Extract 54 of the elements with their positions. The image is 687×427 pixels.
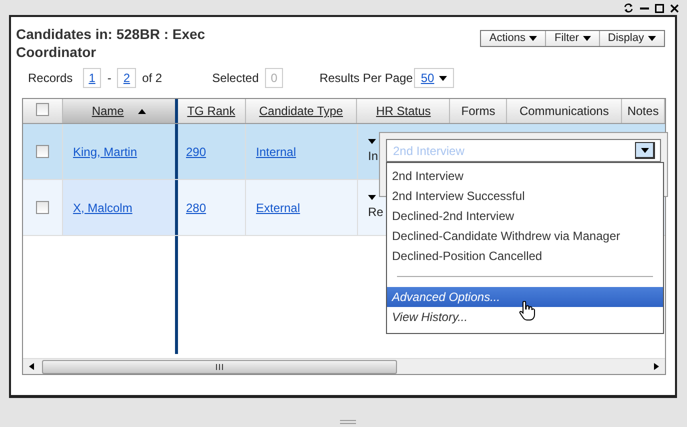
candidate-type-link[interactable]: External [256, 198, 300, 216]
horizontal-scrollbar[interactable] [23, 358, 665, 374]
maximize-icon[interactable] [655, 4, 664, 12]
hand-cursor-icon [519, 301, 535, 321]
column-header[interactable]: Candidate Type [246, 99, 358, 123]
scroll-left-icon[interactable] [29, 363, 34, 370]
caret-icon [439, 76, 448, 80]
caret-icon [368, 194, 376, 200]
status-option[interactable]: Declined-2nd Interview [387, 206, 663, 226]
per-page-select[interactable]: 50 [414, 68, 454, 88]
checkbox[interactable] [36, 103, 49, 116]
page-link[interactable]: 2 [117, 68, 136, 88]
selected-count: 0 [264, 68, 284, 88]
selected-label: Selected [212, 70, 259, 87]
page-title: Candidates in: 528BR : Exec Coordinator [16, 25, 206, 61]
rank-link[interactable]: 280 [186, 198, 206, 216]
status-option[interactable]: Declined-Position Cancelled [387, 246, 663, 266]
hr-status-text: Re [368, 204, 384, 220]
column-header[interactable]: Forms [450, 99, 508, 123]
column-header[interactable]: Communications [507, 99, 622, 123]
menu-action[interactable]: View History... [387, 307, 663, 327]
caret-icon [529, 36, 538, 41]
scroll-right-icon[interactable] [654, 363, 659, 370]
candidate-type-link[interactable]: Internal [256, 142, 296, 160]
menu-button[interactable]: Display [598, 31, 664, 46]
results-per-page-label: Results Per Page [319, 70, 413, 87]
page-link[interactable]: 1 [82, 68, 102, 88]
candidate-name-link[interactable]: X, Malcolm [73, 198, 132, 216]
column-header[interactable]: Notes [622, 99, 665, 123]
checkbox[interactable] [36, 145, 49, 158]
column-header[interactable]: HR Status [357, 99, 450, 123]
checkbox[interactable] [36, 201, 49, 214]
menu-action[interactable]: Advanced Options... [387, 287, 663, 307]
grip-icon [216, 364, 223, 370]
scrollbar-thumb[interactable] [42, 360, 397, 374]
status-option[interactable]: 2nd Interview Successful [387, 186, 663, 206]
menu-button[interactable]: Filter [545, 31, 599, 46]
menu-button[interactable]: Actions [481, 31, 546, 46]
column-header[interactable]: TG Rank [178, 99, 246, 123]
candidate-name-link[interactable]: King, Martin [73, 142, 138, 160]
records-label: Records [28, 70, 73, 87]
caret-icon [640, 148, 648, 152]
refresh-icon[interactable] [623, 3, 634, 13]
rank-link[interactable]: 290 [186, 142, 206, 160]
column-header[interactable]: Name [62, 99, 178, 123]
caret-icon [582, 36, 591, 41]
caret-icon [368, 138, 376, 144]
dash-text: - [107, 70, 112, 87]
dropdown-button[interactable] [635, 142, 655, 159]
total-text: of 2 [142, 70, 162, 87]
sort-ascending-icon [138, 108, 146, 114]
caret-icon [648, 36, 656, 41]
close-icon[interactable] [670, 4, 679, 12]
hr-status-text: In [368, 148, 378, 164]
